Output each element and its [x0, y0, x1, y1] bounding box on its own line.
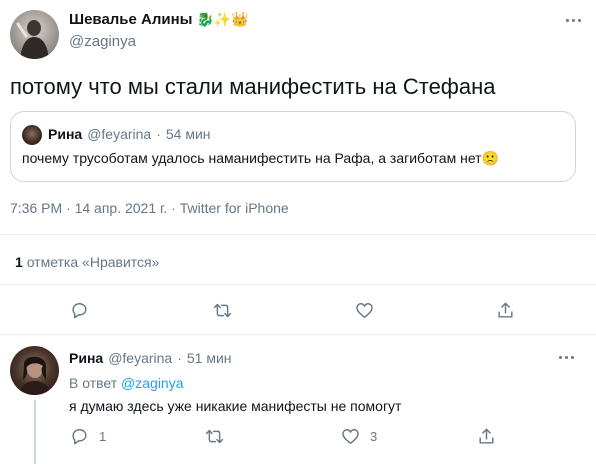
author-name[interactable]: Шевалье Алины	[69, 11, 193, 28]
reply-separator: ·	[177, 350, 182, 366]
share-button[interactable]	[477, 427, 496, 446]
quote-separator: ·	[156, 126, 161, 142]
frowning-face-icon: 🙁	[481, 150, 500, 166]
share-icon	[479, 428, 494, 444]
quote-text-row: почему трусоботам удалось наманифестить …	[22, 150, 499, 167]
heart-icon	[356, 303, 373, 318]
quote-author-avatar	[22, 125, 42, 145]
reply-text: я думаю здесь уже никакие манифесты не п…	[69, 398, 402, 414]
reply-to-prefix: В ответ	[69, 375, 118, 391]
retweet-button[interactable]	[213, 301, 232, 320]
retweet-icon	[205, 429, 224, 444]
author-handle[interactable]: @zaginya	[69, 33, 136, 50]
quote-author-name: Рина	[48, 126, 83, 142]
retweet-button[interactable]	[205, 427, 234, 446]
reply-count: 1	[99, 429, 107, 444]
quote-time: 54 мин	[165, 126, 211, 142]
share-icon	[498, 302, 513, 318]
like-button[interactable]	[355, 301, 374, 320]
quote-author-handle: @feyarina	[87, 126, 152, 142]
reply-author-handle[interactable]: @feyarina	[108, 350, 172, 366]
share-button[interactable]	[496, 301, 515, 320]
reply-button[interactable]	[70, 301, 89, 320]
like-button[interactable]: 3	[341, 427, 377, 446]
reply-author-name[interactable]: Рина	[69, 350, 103, 366]
heart-icon	[342, 429, 359, 444]
divider	[0, 334, 596, 335]
likes-stats[interactable]: 1 отметка «Нравится»	[15, 254, 159, 270]
reply-header: Рина @feyarina · 51 мин	[69, 350, 232, 366]
author-avatar[interactable]	[10, 10, 59, 59]
author-emojis: 🐉✨👑	[196, 11, 249, 27]
thread-line	[34, 400, 36, 464]
quote-header: Рина @feyarina · 54 мин	[48, 126, 211, 142]
tweet-meta[interactable]: 7:36 PM · 14 апр. 2021 г. · Twitter for …	[10, 200, 289, 216]
tweet-text: потому что мы стали манифестить на Стефа…	[10, 74, 496, 99]
quoted-tweet[interactable]: Рина @feyarina · 54 мин почему трусобота…	[10, 111, 576, 182]
divider	[0, 284, 596, 285]
more-icon[interactable]	[559, 356, 574, 359]
reply-icon	[72, 303, 87, 319]
author-name-row[interactable]: Шевалье Алины 🐉✨👑	[69, 11, 249, 28]
likes-count: 1	[15, 254, 23, 270]
likes-label: отметка «Нравится»	[26, 254, 160, 270]
like-count: 3	[370, 429, 378, 444]
retweet-icon	[213, 303, 232, 318]
divider	[0, 234, 596, 235]
reply-button[interactable]: 1	[70, 427, 106, 446]
quote-text: почему трусоботам удалось наманифестить …	[22, 150, 482, 166]
reply-author-avatar[interactable]	[10, 346, 59, 395]
reply-time[interactable]: 51 мин	[187, 350, 232, 366]
reply-icon	[72, 429, 87, 445]
reply-to-handle[interactable]: @zaginya	[121, 375, 183, 391]
reply-to: В ответ @zaginya	[69, 375, 184, 391]
more-icon[interactable]	[566, 19, 581, 22]
